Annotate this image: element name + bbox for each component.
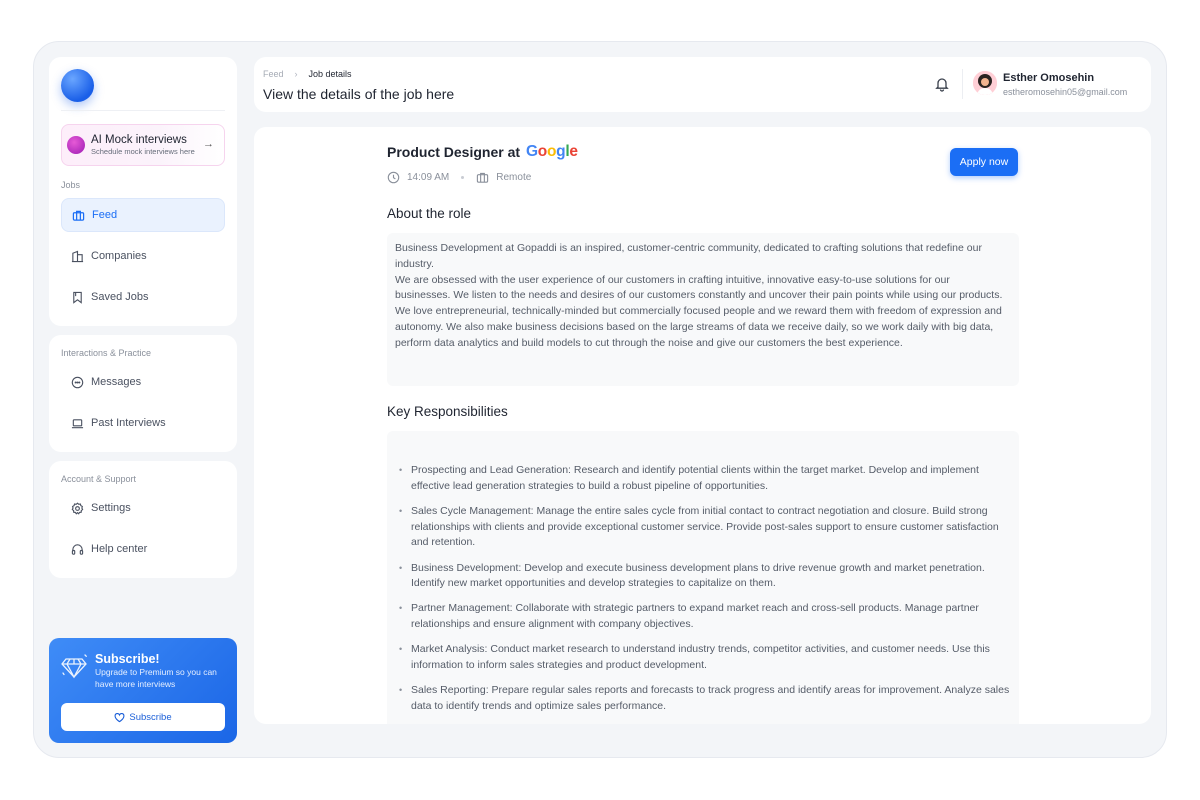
briefcase-icon	[72, 210, 85, 221]
section-label-account: Account & Support	[61, 474, 137, 484]
breadcrumb: Feed › Job details	[263, 69, 352, 79]
subscribe-button[interactable]: Subscribe	[61, 703, 225, 731]
list-item: Partner Management: Collaborate with str…	[387, 601, 1011, 633]
divider	[962, 69, 963, 99]
about-paragraph: We love entrepreneurial, technically-min…	[395, 305, 1002, 349]
building-icon	[71, 250, 84, 262]
sidebar-account-card: Account & Support Settings Help center	[49, 461, 237, 578]
list-item: Sales Cycle Management: Manage the entir…	[387, 504, 1011, 551]
list-item: Business Development: Develop and execut…	[387, 561, 1011, 593]
subscribe-button-label: Subscribe	[129, 711, 172, 723]
sidebar-item-label: Companies	[91, 250, 147, 262]
heart-icon	[114, 712, 125, 722]
laptop-icon	[71, 418, 84, 428]
gear-icon	[71, 501, 84, 515]
sidebar-item-help-center[interactable]: Help center	[61, 532, 225, 566]
sidebar-item-past-interviews[interactable]: Past Interviews	[61, 406, 225, 440]
responsibilities-list: Prospecting and Lead Generation: Researc…	[387, 463, 1011, 715]
list-item: Prospecting and Lead Generation: Researc…	[387, 463, 1011, 495]
clock-icon	[387, 171, 400, 184]
about-paragraph: Business Development at Gopaddi is an in…	[395, 242, 982, 270]
responsibilities-box: Prospecting and Lead Generation: Researc…	[387, 431, 1019, 724]
job-time: 14:09 AM	[407, 172, 450, 183]
app-logo[interactable]	[61, 69, 94, 102]
about-box: Business Development at Gopaddi is an in…	[387, 233, 1019, 386]
subscribe-text: Upgrade to Premium so you can have more …	[95, 667, 217, 689]
chat-icon	[71, 376, 84, 388]
breadcrumb-current: Job details	[308, 69, 352, 79]
user-avatar-icon	[973, 71, 997, 95]
bookmark-icon	[73, 291, 82, 304]
diamond-icon	[61, 654, 87, 679]
subscribe-title: Subscribe!	[95, 652, 160, 666]
sidebar-item-label: Saved Jobs	[91, 291, 149, 303]
bell-icon[interactable]	[934, 76, 950, 92]
page-title: View the details of the job here	[263, 86, 455, 102]
list-item: Market Analysis: Conduct market research…	[387, 642, 1011, 674]
mock-card-title: AI Mock interviews	[91, 134, 187, 146]
user-name: Esther Omosehin	[1003, 72, 1095, 84]
meta-separator	[461, 176, 465, 179]
subscribe-card: Subscribe! Upgrade to Premium so you can…	[49, 638, 237, 743]
job-details-panel: Product Designer at Google 14:09 AM Remo…	[254, 127, 1151, 724]
list-item: Sales Reporting: Prepare regular sales r…	[387, 683, 1011, 715]
google-logo: Google	[526, 143, 578, 160]
sidebar-item-label: Feed	[92, 209, 118, 221]
job-title-row: Product Designer at Google	[387, 143, 578, 161]
sidebar-interactions-card: Interactions & Practice Messages Past In…	[49, 335, 237, 452]
sidebar-item-label: Help center	[91, 543, 148, 555]
job-location: Remote	[496, 172, 532, 183]
breadcrumb-feed[interactable]: Feed	[263, 69, 284, 79]
sidebar-item-label: Past Interviews	[91, 417, 166, 429]
arrow-right-icon: →	[203, 138, 214, 150]
headset-icon	[71, 543, 84, 555]
user-email: estheromosehin05@gmail.com	[1003, 87, 1128, 97]
sidebar-item-label: Settings	[91, 502, 131, 514]
briefcase-icon	[477, 172, 489, 183]
ai-orb-icon	[67, 136, 85, 154]
section-label-interactions: Interactions & Practice	[61, 348, 152, 358]
job-meta: 14:09 AM Remote	[387, 171, 531, 184]
about-heading: About the role	[387, 206, 472, 221]
sidebar-item-messages[interactable]: Messages	[61, 365, 225, 399]
sidebar-item-settings[interactable]: Settings	[61, 491, 225, 525]
divider	[61, 110, 225, 111]
job-title: Product Designer at	[387, 144, 521, 160]
sidebar-item-companies[interactable]: Companies	[61, 239, 225, 273]
sidebar-item-saved-jobs[interactable]: Saved Jobs	[61, 280, 225, 314]
avatar[interactable]	[973, 71, 997, 95]
apply-now-button[interactable]: Apply now	[950, 148, 1018, 176]
chevron-right-icon: ›	[294, 69, 298, 79]
ai-mock-interviews-card[interactable]: AI Mock interviews Schedule mock intervi…	[61, 124, 225, 166]
about-paragraph: We are obsessed with the user experience…	[395, 273, 1003, 302]
sidebar-item-feed[interactable]: Feed	[61, 198, 225, 232]
sidebar-jobs-card: AI Mock interviews Schedule mock intervi…	[49, 57, 237, 326]
page-header: Feed › Job details View the details of t…	[254, 57, 1151, 112]
sidebar-item-label: Messages	[91, 376, 142, 388]
responsibilities-heading: Key Responsibilities	[387, 404, 508, 419]
mock-card-subtitle: Schedule mock interviews here	[91, 147, 195, 156]
section-label-jobs: Jobs	[61, 180, 81, 190]
